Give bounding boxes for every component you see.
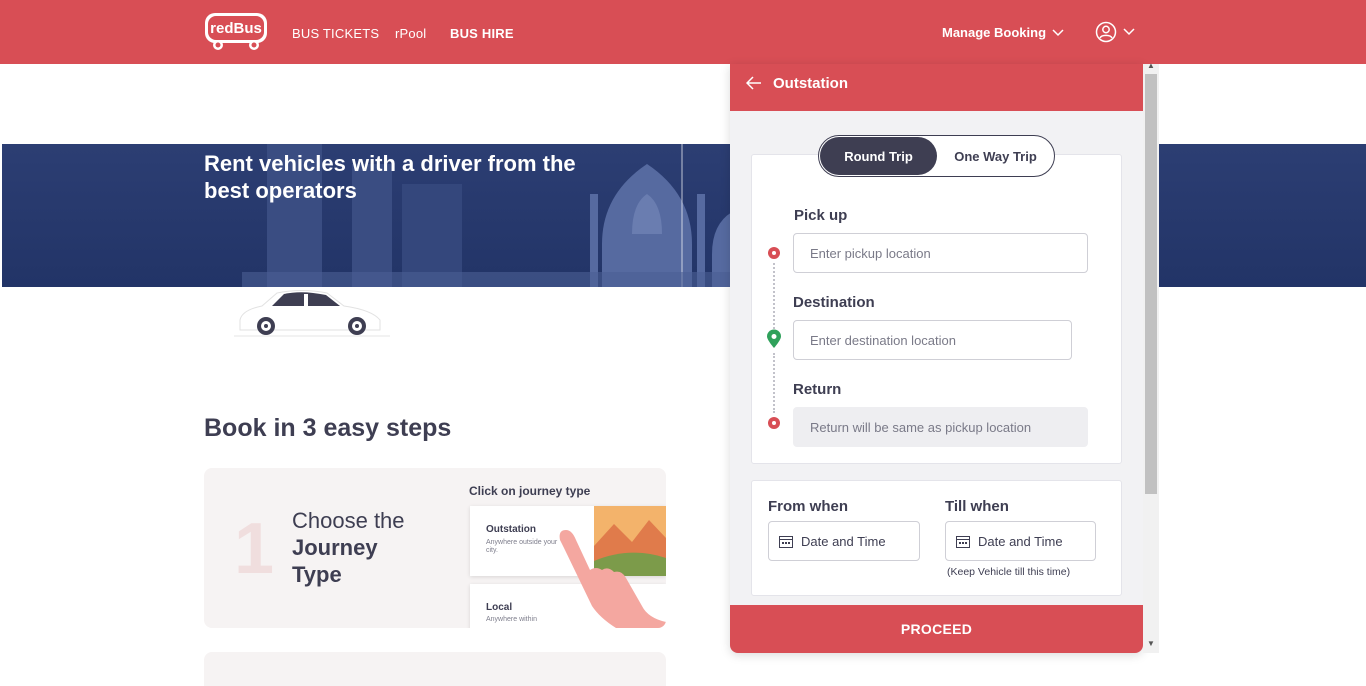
preview-option-title: Local — [486, 602, 513, 613]
nav-bus-hire[interactable]: BUS HIRE — [450, 26, 514, 41]
preview-option-title: Outstation — [486, 524, 536, 535]
scroll-up-icon[interactable]: ▲ — [1147, 61, 1155, 70]
nav-rpool[interactable]: rPool — [395, 26, 426, 41]
hand-pointer-illustration — [559, 530, 666, 628]
nav-bus-tickets[interactable]: BUS TICKETS — [292, 26, 379, 41]
destination-input[interactable] — [793, 320, 1072, 360]
return-label: Return — [793, 381, 842, 398]
from-date-picker[interactable]: Date and Time — [768, 521, 920, 561]
return-location-dot-icon — [768, 417, 780, 429]
panel-title: Outstation — [773, 75, 848, 92]
map-pin-icon — [767, 329, 781, 348]
pickup-label: Pick up — [794, 207, 848, 224]
return-input — [793, 407, 1088, 447]
trip-type-toggle: Round Trip One Way Trip — [818, 135, 1055, 177]
round-trip-tab[interactable]: Round Trip — [820, 137, 937, 175]
steps-heading: Book in 3 easy steps — [204, 414, 452, 442]
from-when-label: From when — [768, 498, 849, 515]
step-number: 1 — [234, 509, 275, 589]
manage-booking-label: Manage Booking — [942, 25, 1047, 40]
manage-booking-menu[interactable]: Manage Booking — [942, 25, 1064, 40]
booking-panel: Outstation Pick up Destination Return Ro… — [730, 64, 1143, 653]
till-date-value: Date and Time — [978, 533, 1063, 549]
route-connector — [773, 263, 775, 329]
location-card: Pick up Destination Return — [751, 154, 1122, 464]
pickup-input[interactable] — [793, 233, 1088, 273]
redbus-logo[interactable]: redBus — [204, 12, 268, 52]
back-arrow-icon[interactable] — [746, 76, 762, 90]
top-navbar: redBus BUS TICKETS rPool BUS HIRE Manage… — [0, 0, 1366, 64]
account-menu[interactable] — [1095, 21, 1135, 43]
user-icon — [1095, 21, 1117, 43]
route-connector — [773, 353, 775, 413]
destination-label: Destination — [793, 294, 875, 311]
step-hint: Click on journey type — [469, 484, 591, 498]
scroll-down-icon[interactable]: ▼ — [1147, 639, 1155, 648]
preview-option-sub: Anywhere outside your city. — [486, 539, 558, 554]
step-line-3: Type — [292, 562, 342, 587]
chevron-down-icon — [1052, 28, 1064, 36]
till-date-picker[interactable]: Date and Time — [945, 521, 1096, 561]
brand-text: redBus — [210, 20, 262, 37]
step-line-2: Journey — [292, 535, 378, 560]
till-when-label: Till when — [945, 498, 1009, 515]
calendar-icon — [779, 535, 793, 548]
step-card-2 — [204, 652, 666, 686]
proceed-button[interactable]: PROCEED — [730, 605, 1143, 653]
chevron-down-icon — [1123, 28, 1135, 36]
from-date-value: Date and Time — [801, 533, 886, 549]
preview-option-sub: Anywhere within — [486, 616, 537, 623]
scroll-thumb[interactable] — [1145, 74, 1157, 494]
date-card: From when Date and Time Till when Date a… — [751, 480, 1122, 596]
step-line-1: Choose the — [292, 508, 405, 533]
car-illustration — [234, 290, 390, 337]
calendar-icon — [956, 535, 970, 548]
one-way-trip-tab[interactable]: One Way Trip — [937, 137, 1054, 175]
panel-header: Outstation — [730, 64, 1143, 111]
panel-scrollbar[interactable]: ▲ ▼ — [1143, 61, 1159, 653]
keep-vehicle-note: (Keep Vehicle till this time) — [947, 566, 1071, 578]
step-card-1: 1 Choose the Journey Type Click on journ… — [204, 468, 666, 628]
hero-title: Rent vehicles with a driver from the bes… — [204, 151, 576, 203]
pickup-location-dot-icon — [768, 247, 780, 259]
